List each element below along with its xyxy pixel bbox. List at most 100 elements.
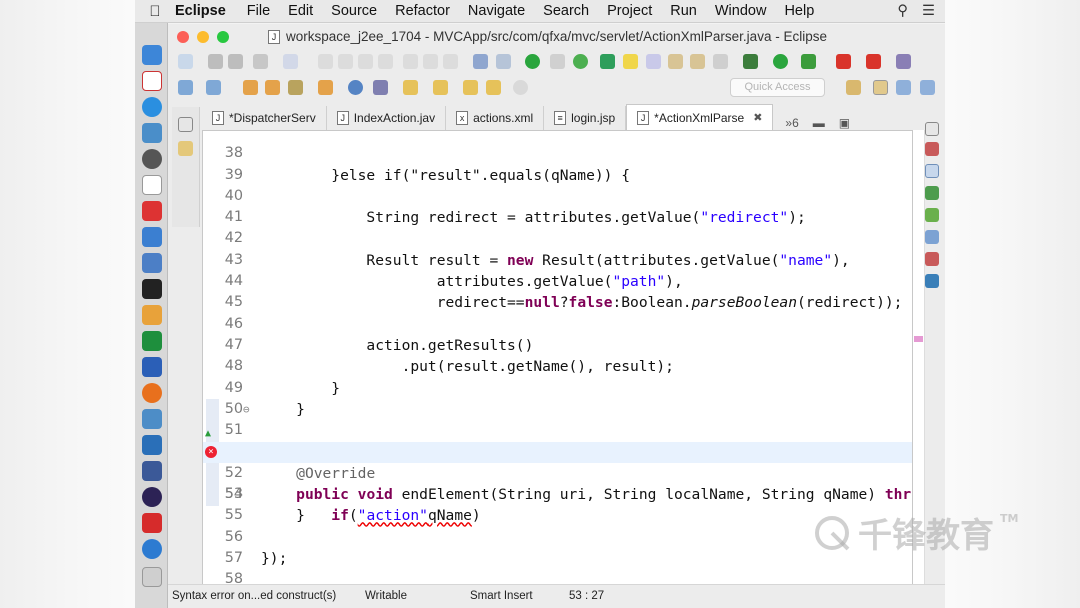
menu-search[interactable]: Search [543, 3, 589, 19]
debug-icon[interactable] [743, 54, 758, 69]
tab-dispatcher-servlet[interactable]: J *DispatcherServ [202, 106, 327, 130]
pin-icon[interactable] [600, 54, 615, 69]
menu-window[interactable]: Window [715, 3, 767, 19]
menu-project[interactable]: Project [607, 3, 652, 19]
prev-annotation-icon[interactable] [690, 54, 705, 69]
spotlight-search-icon[interactable]: ⚲ [897, 3, 908, 19]
debug-suspend-icon[interactable] [338, 54, 353, 69]
save-all-icon[interactable] [228, 54, 243, 69]
problems-icon[interactable] [925, 252, 939, 266]
notification-list-icon[interactable]: ☰ [922, 3, 935, 19]
restore-icon[interactable] [178, 117, 193, 132]
debug-stop-icon[interactable] [358, 54, 373, 69]
save-icon[interactable] [208, 54, 223, 69]
outline-icon[interactable] [925, 142, 939, 156]
disconnect-icon[interactable] [378, 54, 393, 69]
pinterest-icon[interactable] [142, 513, 162, 533]
safari-icon[interactable] [142, 97, 162, 117]
new-package-icon[interactable] [206, 80, 221, 95]
debug-perspective-icon[interactable] [920, 80, 935, 95]
pencil-icon[interactable] [288, 80, 303, 95]
step-over-icon[interactable] [423, 54, 438, 69]
search-icon[interactable] [373, 80, 388, 95]
next-edit-icon[interactable] [403, 80, 418, 95]
preview-icon[interactable] [142, 409, 162, 429]
calendar-icon[interactable] [142, 71, 162, 91]
forward-icon[interactable] [486, 80, 501, 95]
zoom-window-button[interactable] [217, 31, 229, 43]
terminal-icon[interactable] [142, 279, 162, 299]
pin-editor-icon[interactable] [513, 80, 528, 95]
eclipse-icon[interactable] [142, 487, 162, 507]
prev-edit-icon[interactable] [433, 80, 448, 95]
open-task-icon[interactable] [496, 54, 511, 69]
print-icon[interactable] [253, 54, 268, 69]
minimize-window-button[interactable] [197, 31, 209, 43]
server-start-icon[interactable] [525, 54, 540, 69]
console-view-icon[interactable] [925, 164, 939, 178]
stop-icon[interactable] [866, 54, 881, 69]
terminal-view-icon[interactable] [925, 274, 939, 288]
firefox-icon[interactable] [142, 383, 162, 403]
package-explorer-icon[interactable] [178, 141, 193, 156]
next-annotation-icon[interactable] [668, 54, 683, 69]
settings-icon[interactable] [142, 149, 162, 169]
menu-source[interactable]: Source [331, 3, 377, 19]
servers-icon[interactable] [925, 186, 939, 200]
menu-run[interactable]: Run [670, 3, 697, 19]
network-tool-icon[interactable] [142, 253, 162, 273]
tab-action-xml-parser[interactable]: J *ActionXmlParse ✖ [626, 104, 774, 130]
trash-icon[interactable] [142, 567, 162, 587]
toggle-mark-icon[interactable] [550, 54, 565, 69]
spell-icon[interactable] [896, 54, 911, 69]
finder-icon[interactable] [142, 45, 162, 65]
fold-toggle-icon[interactable]: ⊖ [243, 399, 255, 416]
downloads-icon[interactable] [142, 435, 162, 455]
build-icon[interactable] [283, 54, 298, 69]
properties-icon[interactable] [925, 230, 939, 244]
sketch-icon[interactable] [142, 305, 162, 325]
error-marker-icon[interactable]: × [205, 445, 217, 458]
qq-icon[interactable] [142, 539, 162, 559]
web-browser-icon[interactable] [348, 80, 363, 95]
new-java-project-icon[interactable] [178, 80, 193, 95]
external-tools-icon[interactable] [836, 54, 851, 69]
run-icon[interactable] [773, 54, 788, 69]
restore-right-icon[interactable] [925, 122, 939, 136]
back-icon[interactable] [463, 80, 478, 95]
minimize-editor-icon[interactable]: ▬ [813, 116, 825, 130]
menu-refactor[interactable]: Refactor [395, 3, 450, 19]
menu-file[interactable]: File [247, 3, 270, 19]
show-whitespace-icon[interactable] [713, 54, 728, 69]
apple-menu-icon[interactable]:  [135, 3, 175, 20]
menu-edit[interactable]: Edit [288, 3, 313, 19]
snippets-icon[interactable] [925, 208, 939, 222]
close-window-button[interactable] [177, 31, 189, 43]
tab-overflow-button[interactable]: »6 [785, 116, 798, 130]
open-perspective-icon[interactable] [846, 80, 861, 95]
xmind-icon[interactable] [142, 201, 162, 221]
network-icon[interactable] [142, 123, 162, 143]
app-menu[interactable]: Eclipse [175, 3, 226, 19]
debug-resume-icon[interactable] [318, 54, 333, 69]
edit-icon[interactable] [142, 227, 162, 247]
tab-index-action[interactable]: J IndexAction.jav [327, 106, 447, 130]
menu-help[interactable]: Help [784, 3, 814, 19]
highlight-icon[interactable] [623, 54, 638, 69]
step-into-icon[interactable] [403, 54, 418, 69]
coverage-icon[interactable] [801, 54, 816, 69]
excel-icon[interactable] [142, 331, 162, 351]
open-type-icon[interactable] [473, 54, 488, 69]
java-perspective-icon[interactable] [896, 80, 911, 95]
quick-access-field[interactable]: Quick Access [730, 78, 825, 97]
app-icon[interactable] [142, 461, 162, 481]
tab-login-jsp[interactable]: ≡ login.jsp [544, 106, 627, 130]
open-file-icon[interactable] [265, 80, 280, 95]
folder-icon[interactable] [318, 80, 333, 95]
open-folder-icon[interactable] [243, 80, 258, 95]
word-icon[interactable] [142, 357, 162, 377]
tab-actions-xml[interactable]: x actions.xml [446, 106, 545, 130]
code-editor[interactable]: 38 }else if("result".equals(qName)) { 39… [202, 130, 913, 608]
occurrence-marker[interactable] [914, 336, 923, 342]
new-icon[interactable] [178, 54, 193, 69]
